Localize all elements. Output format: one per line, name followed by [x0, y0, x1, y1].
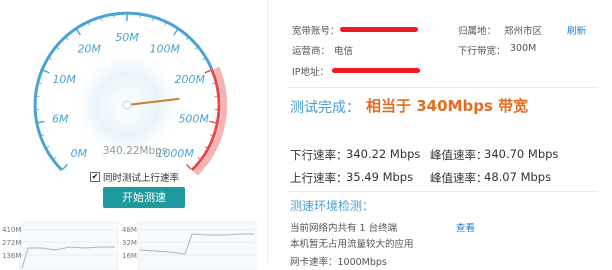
- view-terminals-link[interactable]: 查看: [456, 220, 475, 234]
- gauge-minor-tick: [210, 135, 213, 136]
- result-panel: 宽带账号： 运营商： 电信 IP地址： 归属地： 郑州市区 刷新 下行带宽： 3…: [270, 0, 612, 263]
- environment-nic-rate: 网卡速率：1000Mbps: [290, 254, 387, 268]
- down-bandwidth-value: 300M: [510, 43, 536, 54]
- gauge-hub: [123, 101, 131, 109]
- gauge-minor-tick: [54, 157, 56, 159]
- gauge-minor-tick: [49, 58, 52, 60]
- ip-redaction: [332, 68, 420, 73]
- account-label: 宽带账号：: [292, 23, 340, 37]
- gauge-minor-tick: [198, 157, 200, 159]
- ip-label: IP地址：: [292, 64, 329, 78]
- gauge-tick-label: 200M: [175, 73, 206, 86]
- upload-test-option[interactable]: ✔ 同时测试上行速率: [90, 170, 179, 184]
- gauge-major-tick: [38, 121, 45, 122]
- down-axis-mid: 272M: [2, 239, 21, 247]
- gauge-major-tick: [174, 29, 178, 35]
- upload-test-label: 同时测试上行速率: [103, 170, 179, 184]
- gauge-minor-tick: [212, 83, 215, 84]
- info-separator: [288, 87, 598, 88]
- gauge-minor-tick: [57, 47, 59, 49]
- up-axis-mid: 32M: [122, 239, 137, 247]
- gauge-tick-label: 6M: [52, 112, 69, 125]
- environment-title: 测速环境检测：: [290, 197, 374, 214]
- gauge-tick-label: 500M: [178, 112, 209, 125]
- up-axis-low: 16M: [122, 252, 137, 260]
- gauge-major-tick: [209, 121, 216, 122]
- gauge-minor-tick: [66, 38, 68, 40]
- gauge-tick-label: 100M: [150, 43, 181, 56]
- gauge-minor-tick: [195, 47, 197, 49]
- down-axis-top: 410M: [2, 226, 21, 234]
- panel-divider: [267, 0, 268, 263]
- gauge-minor-tick: [41, 135, 44, 136]
- down-axis-low: 136M: [2, 252, 21, 260]
- gauge-tick-label: 50M: [115, 31, 139, 44]
- current-speed-readout: 340.22Mbps: [96, 145, 174, 157]
- gauge-minor-tick: [47, 146, 50, 147]
- peak-upload-value: 48.07 Mbps: [484, 170, 551, 184]
- gauge-major-tick: [43, 70, 49, 73]
- down-bandwidth-label: 下行带宽：: [458, 43, 506, 57]
- isp-value: 电信: [334, 43, 353, 57]
- peak-upload-label: 峰值速率：: [430, 170, 488, 186]
- result-label: 测试完成：: [290, 97, 360, 117]
- location-label: 归属地：: [458, 23, 496, 37]
- gauge-major-tick: [186, 164, 191, 169]
- environment-terminal-count: 当前网络内共有 1 台终端: [290, 220, 397, 234]
- gauge-minor-tick: [205, 146, 208, 147]
- gauge-major-tick: [63, 164, 68, 169]
- gauge-tick-label: 0M: [71, 147, 88, 160]
- gauge-minor-tick: [202, 58, 205, 60]
- start-test-button[interactable]: 开始测速: [103, 187, 185, 208]
- gauge-minor-tick: [165, 23, 166, 26]
- up-axis-top: 48M: [122, 226, 137, 234]
- download-speed-label: 下行速率：: [290, 147, 348, 163]
- location-value: 郑州市区: [504, 23, 542, 37]
- download-speed-value: 340.22 Mbps: [346, 147, 420, 161]
- peak-download-label: 峰值速率：: [430, 147, 488, 163]
- refresh-link[interactable]: 刷新: [567, 23, 586, 37]
- result-value: 相当于 340Mbps 带宽: [366, 95, 528, 116]
- speed-gauge-panel: 0M6M10M20M50M100M200M500M1000M 340.22Mbp…: [0, 0, 268, 263]
- account-redaction: [340, 27, 418, 32]
- upload-test-checkbox[interactable]: ✔: [90, 172, 100, 182]
- speed-separator: [288, 191, 598, 192]
- upload-speed-label: 上行速率：: [290, 170, 348, 186]
- gauge-major-tick: [205, 70, 211, 73]
- environment-traffic-status: 本机暂无占用流量较大的应用: [290, 236, 414, 250]
- gauge-tick-label: 10M: [52, 73, 76, 86]
- peak-download-value: 340.70 Mbps: [484, 147, 558, 161]
- upload-speed-value: 35.49 Mbps: [346, 170, 413, 184]
- gauge-major-tick: [76, 29, 80, 35]
- gauge-minor-tick: [186, 38, 188, 40]
- isp-label: 运营商：: [292, 43, 330, 57]
- gauge-tick-label: 20M: [77, 43, 101, 56]
